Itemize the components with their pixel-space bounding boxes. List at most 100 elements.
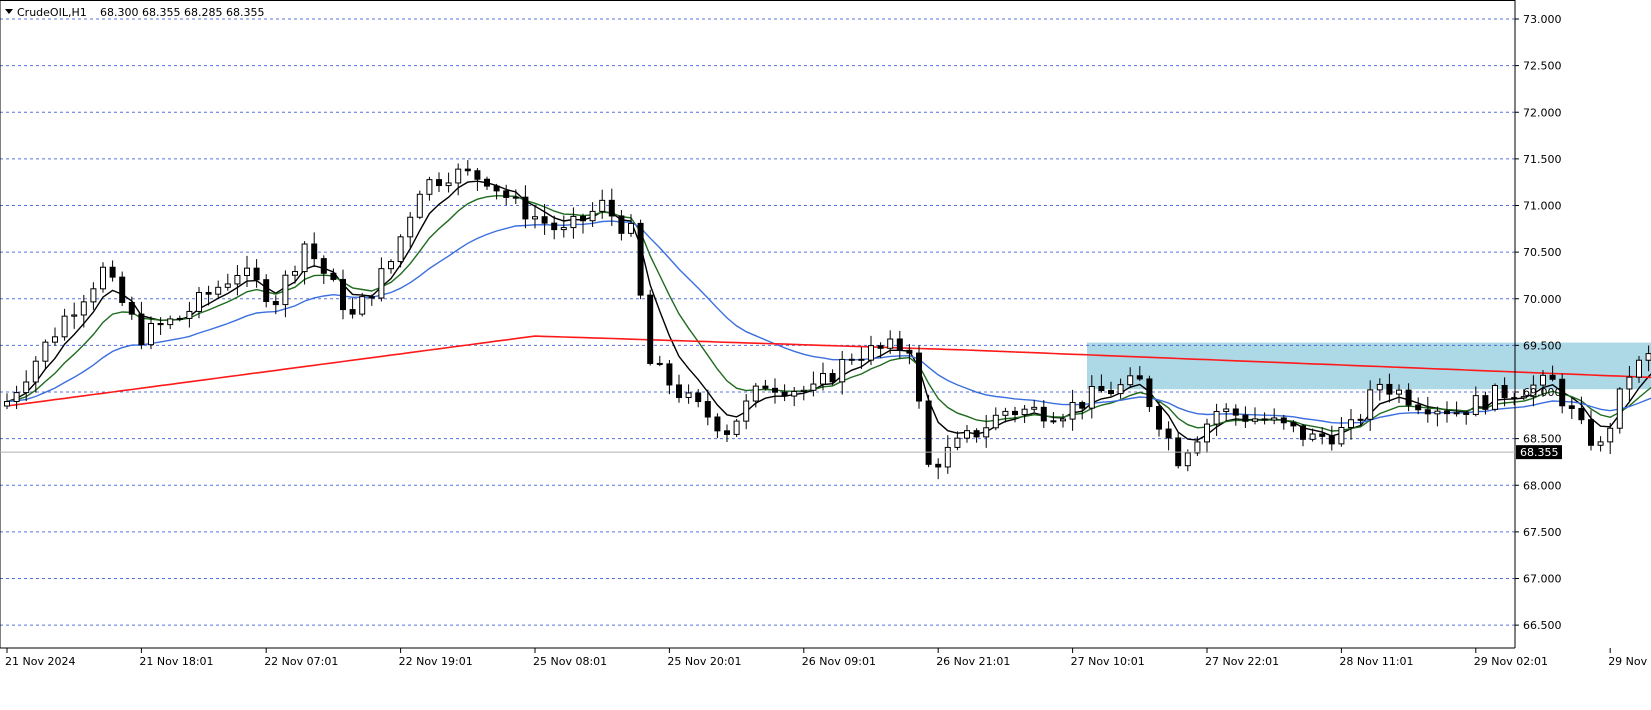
candle [619,210,624,240]
x-tick-label: 29 Nov 02:01 [1474,655,1548,668]
y-tick-label: 69.500 [1523,339,1562,352]
candle [600,190,605,219]
candle-body-bear [1157,407,1162,430]
candle [1176,432,1181,468]
candle [254,259,259,288]
y-tick-label: 67.500 [1523,526,1562,539]
candle-body-bull [1118,385,1123,394]
candle-body-bull [965,431,970,438]
candle-body-bull [456,169,461,183]
candle-body-bull [1022,409,1027,414]
candle-body-bull [5,402,10,406]
candle-body-bear [465,169,470,171]
candle-body-bull [389,262,394,269]
candle-body-bull [1377,384,1382,389]
candle [1493,383,1498,411]
candle-body-bull [984,428,989,437]
candle [235,265,240,295]
candle-body-bear [897,339,902,350]
candle [446,173,451,193]
candle [1185,449,1190,471]
candle-body-bear [974,431,979,437]
candle [542,204,547,235]
candle-body-bear [638,223,643,295]
candle-body-bear [1320,434,1325,436]
candle-body-bull [360,297,365,314]
candle-body-bear [907,350,912,353]
candle-body-bull [1397,390,1402,394]
candle-body-bear [1589,420,1594,446]
chart-canvas[interactable]: 73.00072.50072.00071.50071.00070.50070.0… [0,0,1651,706]
candle-body-bull [197,293,202,312]
candle-body-bull [1646,354,1651,361]
candle [177,316,182,322]
candle-body-bear [1483,396,1488,410]
candle-body-bear [110,267,115,277]
candle [878,342,883,358]
candle-body-bull [14,393,19,402]
candle [379,257,384,301]
candle [849,353,854,364]
candle-body-bear [254,268,259,280]
chart-menu-triangle-icon[interactable] [5,9,13,14]
candle-body-bear [1233,409,1238,415]
candle [360,293,365,317]
current-price-label: 68.355 [1520,446,1559,459]
candle [609,189,614,226]
candle-body-bear [1099,387,1104,391]
candle-body-bear [494,186,499,191]
candle [101,262,106,292]
candle-body-bull [571,216,576,227]
candle-body-bear [129,302,134,314]
x-tick-label: 21 Nov 18:01 [139,655,213,668]
candle-body-bull [302,244,307,272]
y-tick-label: 73.000 [1523,13,1562,26]
candle-body-bear [657,363,662,364]
y-tick-label: 70.000 [1523,293,1562,306]
y-tick-label: 72.000 [1523,106,1562,119]
candle [1147,376,1152,412]
candle [43,339,48,368]
candle [1454,402,1459,417]
x-tick-label: 25 Nov 20:01 [667,655,741,668]
price-chart[interactable]: 73.00072.50072.00071.50071.00070.50070.0… [0,0,1651,706]
candle-body-bull [187,311,192,318]
candle-body-bull [1473,396,1478,415]
candle-body-bull [446,183,451,186]
candle-body-bull [1195,442,1200,453]
candle [1157,402,1162,437]
candle [811,372,816,397]
candle [1608,423,1613,454]
candle [293,266,298,284]
candle-body-bear [581,216,586,220]
candle [945,435,950,474]
candle [782,384,787,401]
candle-body-bull [235,275,240,283]
candle-body-bear [773,388,778,392]
candle-body-bear [1502,386,1507,398]
candle-body-bear [763,386,768,388]
y-tick-label: 71.000 [1523,200,1562,213]
symbol-timeframe: CrudeOIL,H1 [17,6,87,19]
candle [33,356,38,392]
candle-body-bull [1454,413,1459,414]
candle-body-bull [293,272,298,276]
candle-body-bear [321,259,326,274]
indicator-line-ema_fast [7,181,1651,477]
candle-body-bear [1281,418,1286,423]
candle-body-bear [1109,391,1114,394]
candle-body-bear [1329,436,1334,444]
candle-body-bull [629,223,634,233]
candle [686,384,691,403]
candle [1041,400,1046,428]
candle [1512,393,1517,405]
y-tick-label: 70.500 [1523,246,1562,259]
candle-body-bull [216,287,221,294]
candle [485,177,490,190]
candle-body-bull [417,194,422,217]
candle-body-bear [715,417,720,431]
candle-body-bear [648,295,653,363]
candle-body-bear [350,310,355,315]
candle [24,370,29,401]
candle-body-bear [1243,415,1248,421]
